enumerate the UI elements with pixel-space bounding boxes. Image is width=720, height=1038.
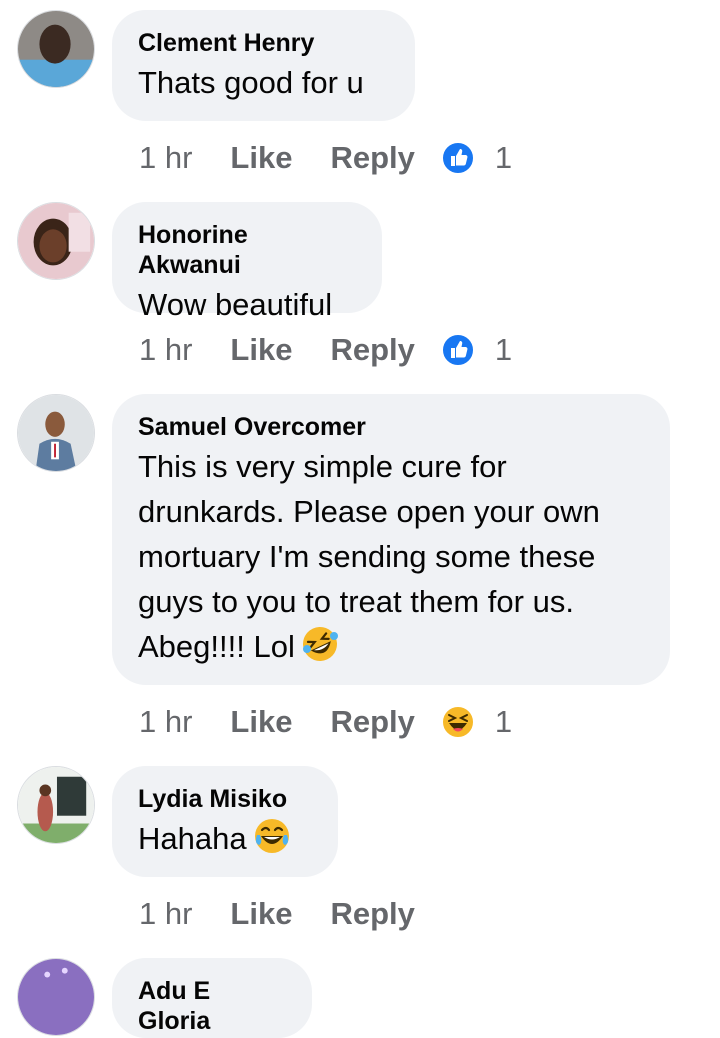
reactions-summary[interactable]: 1: [440, 704, 513, 740]
like-button[interactable]: Like: [230, 140, 292, 176]
comment-bubble: Samuel Overcomer This is very simple cur…: [112, 394, 670, 685]
comment-text-content: Hahaha: [138, 821, 247, 856]
comment-text-line: This is very simple cure for: [138, 449, 507, 484]
like-icon: [440, 141, 475, 175]
comment-author[interactable]: Lydia Misiko: [138, 784, 312, 814]
reaction-count: 1: [494, 332, 513, 367]
reactions-summary[interactable]: 1: [440, 140, 513, 176]
comment-bubble: Lydia Misiko Hahaha: [112, 766, 338, 877]
comment-author[interactable]: Samuel Overcomer: [138, 412, 644, 442]
comment-text: Thats good for u: [138, 65, 364, 100]
reactions-summary[interactable]: 1: [440, 332, 513, 368]
avatar-photo: [18, 203, 94, 279]
comment-actions: 1 hr Like Reply 1: [139, 702, 512, 742]
like-button[interactable]: Like: [230, 332, 292, 368]
comment-text: This is very simple cure for drunkards. …: [138, 444, 644, 669]
avatar-photo: [18, 959, 94, 1035]
comment-actions: 1 hr Like Reply: [139, 894, 453, 934]
comment-text-line: Abeg!!!! Lol: [138, 629, 295, 664]
tears-of-joy-emoji: [254, 819, 289, 853]
comment-bubble: Clement Henry Thats good for u: [112, 10, 415, 121]
comment-text-line: drunkards. Please open your own: [138, 494, 600, 529]
like-icon: [440, 333, 475, 367]
comment-text-line: mortuary I'm sending some these: [138, 539, 596, 574]
like-button[interactable]: Like: [230, 896, 292, 932]
comment-author[interactable]: Adu E Gloria: [138, 976, 286, 1036]
avatar[interactable]: [17, 766, 95, 844]
comment-text: Wow beautiful: [138, 287, 333, 322]
comment-time[interactable]: 1 hr: [139, 332, 192, 368]
comment-time[interactable]: 1 hr: [139, 140, 192, 176]
avatar-photo: [18, 11, 94, 87]
rolling-laughing-emoji: [302, 627, 338, 661]
haha-icon: [440, 705, 475, 739]
comment-actions: 1 hr Like Reply 1: [139, 138, 512, 178]
avatar[interactable]: [17, 10, 95, 88]
reply-button[interactable]: Reply: [330, 140, 414, 176]
comment-text-line: guys to you to treat them for us.: [138, 584, 574, 619]
avatar[interactable]: [17, 202, 95, 280]
reaction-count: 1: [494, 140, 513, 175]
avatar-photo: [18, 395, 94, 471]
like-button[interactable]: Like: [230, 704, 292, 740]
comment-actions: 1 hr Like Reply 1: [139, 330, 512, 370]
comment-author[interactable]: Honorine Akwanui: [138, 220, 356, 280]
avatar[interactable]: [17, 394, 95, 472]
comment-text: Hahaha: [138, 816, 312, 861]
comment-time[interactable]: 1 hr: [139, 704, 192, 740]
comment-author[interactable]: Clement Henry: [138, 28, 389, 58]
reply-button[interactable]: Reply: [330, 896, 414, 932]
comment-bubble: Adu E Gloria: [112, 958, 312, 1038]
comment-text-line-last: Abeg!!!! Lol: [138, 624, 644, 669]
avatar[interactable]: [17, 958, 95, 1036]
avatar-photo: [18, 767, 94, 843]
comment-time[interactable]: 1 hr: [139, 896, 192, 932]
reply-button[interactable]: Reply: [330, 332, 414, 368]
comment-bubble: Honorine Akwanui Wow beautiful: [112, 202, 382, 322]
reply-button[interactable]: Reply: [330, 704, 414, 740]
reaction-count: 1: [494, 704, 513, 739]
